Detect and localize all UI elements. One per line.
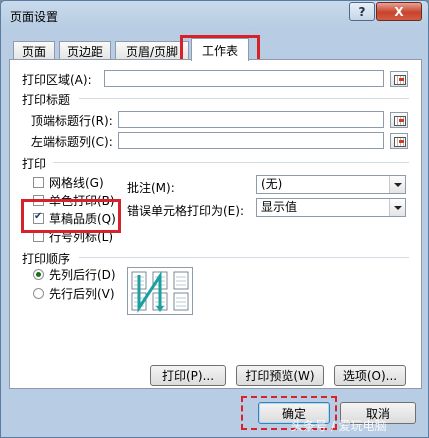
down-then-over-label: 先列后行(D) bbox=[49, 268, 116, 282]
title-cols-picker-icon[interactable] bbox=[390, 133, 408, 149]
row-col-headings-checkbox[interactable] bbox=[33, 231, 44, 242]
tab-label: 工作表 bbox=[201, 43, 238, 58]
print-area-input[interactable] bbox=[104, 70, 384, 87]
over-then-down-label: 先行后列(V) bbox=[49, 287, 115, 301]
tab-header-footer[interactable]: 页眉/页脚 bbox=[115, 41, 189, 60]
close-icon: X bbox=[394, 4, 404, 19]
mono-checkbox[interactable] bbox=[33, 195, 44, 206]
page-setup-dialog: 页面设置 ? X 页面 页边距 页眉/页脚 工作表 打印区域(A): 打印标题 … bbox=[0, 0, 429, 438]
tab-label: 页眉/页脚 bbox=[125, 44, 179, 59]
print-heading: 打印 bbox=[22, 157, 47, 171]
divider bbox=[79, 98, 409, 99]
page-order-heading: 打印顺序 bbox=[22, 252, 71, 266]
help-button[interactable]: ? bbox=[349, 2, 375, 21]
divider bbox=[79, 257, 409, 258]
dialog-title: 页面设置 bbox=[10, 10, 59, 24]
print-button[interactable]: 打印(P)... bbox=[150, 365, 226, 386]
tab-label: 页边距 bbox=[66, 44, 103, 59]
tab-sheet[interactable]: 工作表 bbox=[191, 38, 249, 61]
options-button[interactable]: 选项(O)... bbox=[334, 365, 406, 386]
chevron-down-icon bbox=[389, 176, 405, 193]
comments-select[interactable]: (无) bbox=[256, 175, 406, 194]
over-then-down-radio[interactable] bbox=[33, 288, 44, 299]
draft-quality-checkbox[interactable] bbox=[33, 211, 44, 224]
title-cols-label: 左端标题列(C): bbox=[31, 135, 113, 149]
tab-label: 页面 bbox=[21, 44, 46, 59]
title-rows-input[interactable] bbox=[118, 111, 384, 128]
down-then-over-radio[interactable] bbox=[33, 269, 44, 280]
title-bar[interactable]: 页面设置 ? X bbox=[1, 1, 428, 29]
draft-quality-label: 草稿品质(Q) bbox=[49, 212, 116, 226]
help-icon: ? bbox=[358, 4, 366, 19]
print-area-label: 打印区域(A): bbox=[22, 73, 92, 87]
cell-errors-value: 显示值 bbox=[261, 200, 298, 214]
mono-label: 单色打印(B) bbox=[49, 194, 115, 208]
divider bbox=[53, 162, 409, 163]
title-cols-input[interactable] bbox=[118, 132, 384, 149]
row-col-headings-label: 行号列标(L) bbox=[49, 230, 114, 244]
print-area-picker-icon[interactable] bbox=[390, 71, 408, 87]
gridlines-checkbox[interactable] bbox=[33, 177, 44, 188]
title-rows-label: 顶端标题行(R): bbox=[31, 114, 113, 128]
watermark-text: 头条号 / 爱玩电脑 bbox=[291, 419, 387, 433]
comments-value: (无) bbox=[261, 177, 283, 191]
cell-errors-select[interactable]: 显示值 bbox=[256, 198, 406, 217]
title-rows-picker-icon[interactable] bbox=[390, 112, 408, 128]
tab-margins[interactable]: 页边距 bbox=[59, 41, 111, 60]
page-order-preview-icon bbox=[127, 267, 193, 315]
print-preview-button[interactable]: 打印预览(W) bbox=[236, 365, 324, 386]
cell-errors-label: 错误单元格打印为(E): bbox=[127, 204, 244, 218]
tab-page[interactable]: 页面 bbox=[13, 41, 55, 60]
print-titles-heading: 打印标题 bbox=[22, 93, 71, 107]
close-button[interactable]: X bbox=[376, 2, 422, 21]
chevron-down-icon bbox=[389, 199, 405, 216]
gridlines-label: 网格线(G) bbox=[49, 176, 104, 190]
comments-label: 批注(M): bbox=[127, 181, 175, 195]
